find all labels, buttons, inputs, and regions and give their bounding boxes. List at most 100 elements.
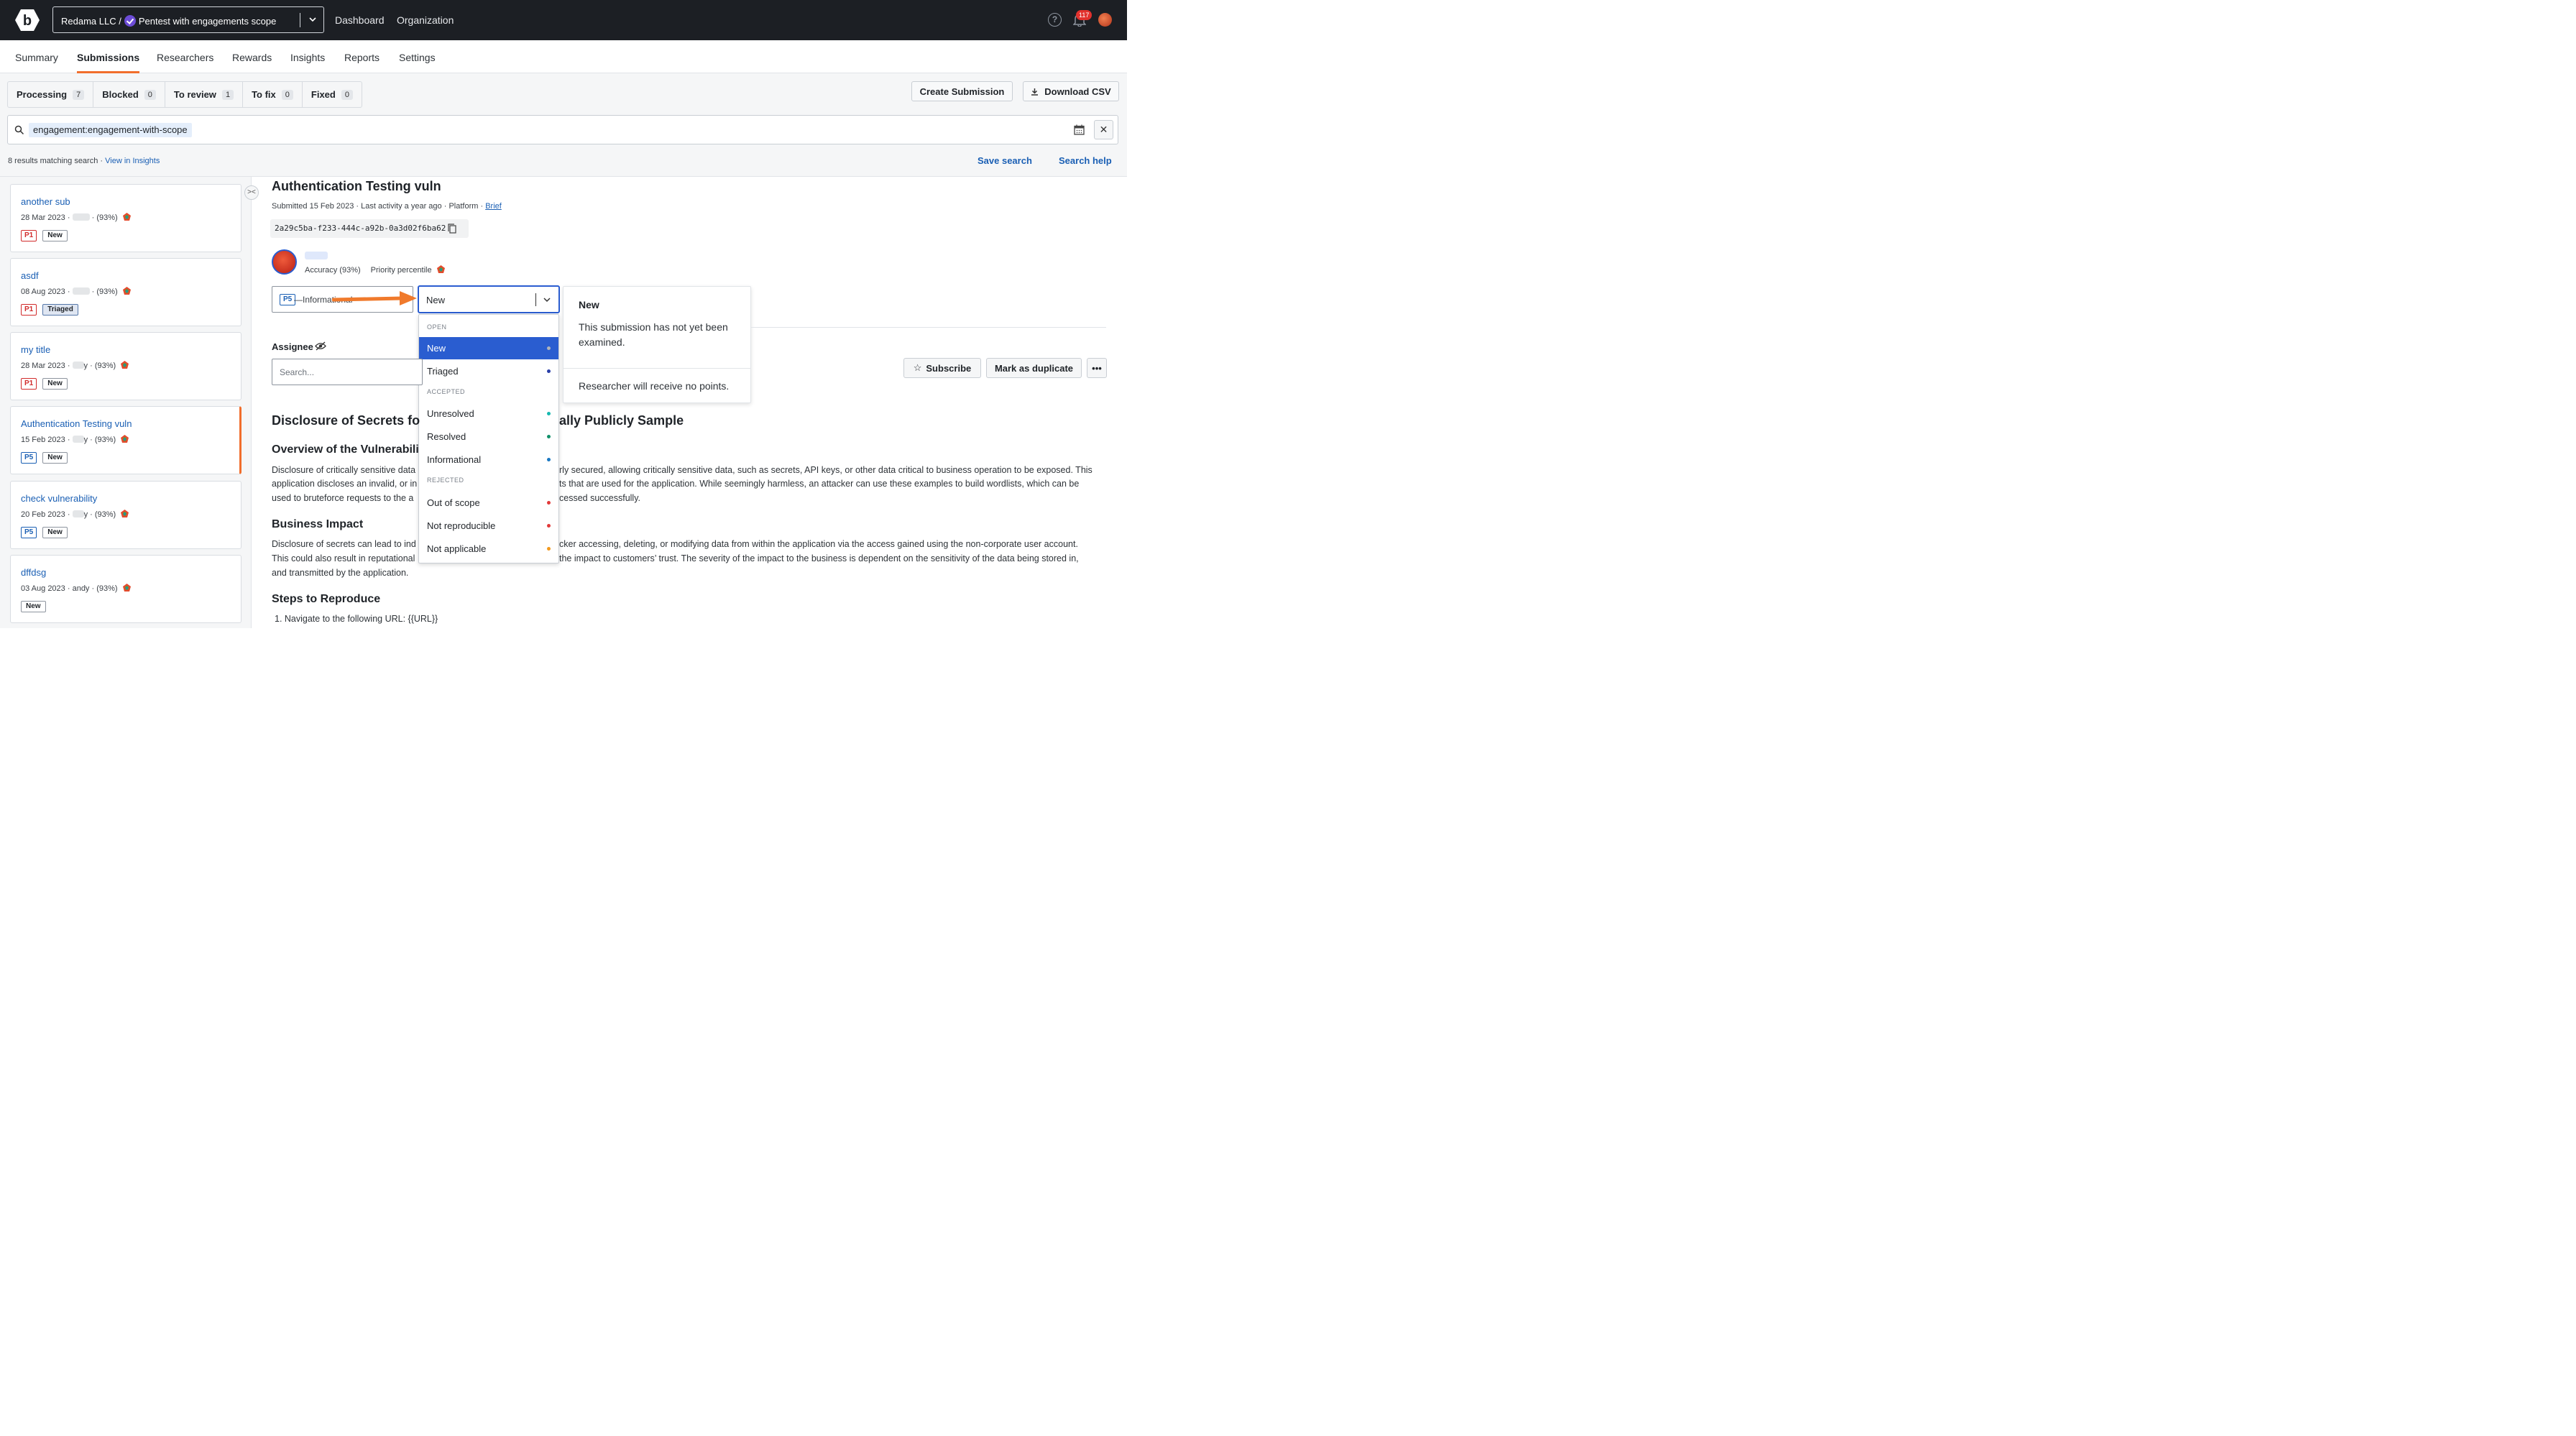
brief-link[interactable]: Brief	[485, 202, 502, 211]
accuracy: (93%)	[94, 362, 116, 370]
nav-organization[interactable]: Organization	[397, 14, 454, 26]
status-badge: New	[21, 601, 46, 612]
submission-meta: 28 Mar 2023 · y · (93%)	[21, 360, 129, 370]
program-check-icon	[124, 15, 136, 27]
search-help-link[interactable]: Search help	[1059, 155, 1112, 166]
filter-to-fix[interactable]: To fix 0	[243, 82, 303, 107]
submission-title[interactable]: asdf	[21, 270, 39, 281]
program-selector[interactable]: Redama LLC / Pentest with engagements sco…	[52, 6, 324, 33]
option-label: Triaged	[427, 366, 459, 377]
status-badge: New	[42, 378, 68, 390]
tab-settings[interactable]: Settings	[399, 52, 436, 63]
submission-badges: New	[21, 601, 46, 612]
calendar-icon[interactable]	[1074, 124, 1085, 135]
researcher-avatar[interactable]	[272, 249, 297, 275]
tab-researchers[interactable]: Researchers	[157, 52, 213, 63]
submission-title[interactable]: Authentication Testing vuln	[21, 418, 132, 429]
eye-off-icon[interactable]	[315, 341, 326, 351]
researcher-name-redacted	[72, 362, 84, 369]
status-dot	[547, 547, 551, 551]
submission-title[interactable]: check vulnerability	[21, 493, 97, 504]
tab-summary[interactable]: Summary	[15, 52, 58, 63]
download-csv-label: Download CSV	[1044, 86, 1111, 97]
filter-to-review[interactable]: To review 1	[165, 82, 244, 107]
more-options-icon[interactable]: •••	[1087, 358, 1107, 378]
filter-blocked[interactable]: Blocked 0	[93, 82, 165, 107]
status-option-informational[interactable]: Informational	[419, 448, 558, 471]
overview-text: rly secured, allowing critically sensiti…	[559, 465, 1092, 475]
tab-insights[interactable]: Insights	[290, 52, 325, 63]
submission-card[interactable]: another sub 28 Mar 2023 · · (93%) P1 New	[10, 184, 242, 252]
search-query-chip[interactable]: engagement:engagement-with-scope	[29, 123, 192, 137]
clear-search-button[interactable]: ✕	[1094, 120, 1113, 139]
status-select-value: New	[426, 295, 446, 305]
researcher-accuracy: Accuracy (93%)	[305, 266, 361, 275]
mark-as-duplicate-button[interactable]: Mark as duplicate	[986, 358, 1082, 378]
submission-card-selected[interactable]: Authentication Testing vuln 15 Feb 2023 …	[10, 406, 242, 474]
chevron-down-icon[interactable]	[543, 295, 551, 304]
filter-processing[interactable]: Processing 7	[8, 82, 94, 107]
priority-badge: P1	[21, 378, 37, 390]
status-select[interactable]: New	[418, 285, 560, 313]
user-avatar[interactable]	[1098, 13, 1112, 27]
bugcrowd-logo-icon[interactable]: b	[15, 9, 40, 32]
tab-rewards[interactable]: Rewards	[232, 52, 272, 63]
filter-fixed[interactable]: Fixed 0	[303, 82, 362, 107]
save-search-link[interactable]: Save search	[978, 155, 1032, 166]
status-option-not-applicable[interactable]: Not applicable	[419, 538, 558, 560]
status-option-resolved[interactable]: Resolved	[419, 425, 558, 448]
download-csv-button[interactable]: Download CSV	[1023, 81, 1119, 101]
status-dot	[547, 501, 551, 505]
submission-badges: P1 New	[21, 378, 68, 390]
help-icon[interactable]: ?	[1048, 13, 1062, 27]
researcher-name: y	[83, 510, 88, 519]
chevron-down-icon[interactable]	[308, 14, 318, 24]
submission-title[interactable]: my title	[21, 344, 50, 355]
submission-meta: 20 Feb 2023 · y · (93%)	[21, 509, 129, 519]
create-submission-button[interactable]: Create Submission	[911, 81, 1013, 101]
org-label: Redama LLC /	[61, 16, 121, 27]
subscribe-button[interactable]: ☆ Subscribe	[903, 358, 981, 378]
tab-reports[interactable]: Reports	[344, 52, 380, 63]
researcher-name-redacted[interactable]	[305, 252, 328, 259]
submission-meta: 28 Mar 2023 · · (93%)	[21, 212, 132, 222]
accuracy: (93%)	[96, 213, 118, 222]
view-in-insights-link[interactable]: View in Insights	[105, 157, 160, 165]
last-activity: Last activity a year ago	[361, 202, 442, 211]
tab-submissions[interactable]: Submissions	[77, 52, 139, 63]
submission-card[interactable]: check vulnerability 20 Feb 2023 · y · (9…	[10, 481, 242, 549]
popover-footer: Researcher will receive no points.	[579, 380, 730, 392]
collapse-panel-button[interactable]: ><	[244, 185, 259, 200]
assignee-label: Assignee	[272, 341, 313, 352]
status-option-out-of-scope[interactable]: Out of scope	[419, 492, 558, 514]
researcher-meta: Accuracy (93%) Priority percentile	[305, 264, 446, 275]
status-option-triaged[interactable]: Triaged	[419, 360, 558, 382]
submission-title[interactable]: another sub	[21, 196, 70, 207]
status-option-new[interactable]: New	[419, 337, 558, 359]
section-divider	[751, 327, 1106, 328]
assignee-search-input[interactable]: Search...	[272, 359, 423, 385]
submission-title[interactable]: dffdsg	[21, 567, 46, 578]
submission-date: 28 Mar 2023	[21, 213, 65, 222]
status-option-unresolved[interactable]: Unresolved	[419, 402, 558, 425]
status-badge: New	[42, 230, 68, 241]
submission-date: 08 Aug 2023	[21, 287, 65, 296]
nav-dashboard[interactable]: Dashboard	[335, 14, 385, 26]
filter-label: To review	[173, 89, 216, 100]
copy-icon[interactable]	[448, 224, 456, 234]
researcher-name-redacted	[72, 436, 84, 443]
researcher-name: andy	[72, 584, 90, 593]
status-option-not-reproducible[interactable]: Not reproducible	[419, 515, 558, 537]
submission-card[interactable]: asdf 08 Aug 2023 · · (93%) P1 Triaged	[10, 258, 242, 326]
top-bar: b Redama LLC / Pentest with engagements s…	[0, 0, 1127, 40]
search-input[interactable]: engagement:engagement-with-scope ✕	[7, 115, 1118, 144]
submission-date: 28 Mar 2023	[21, 362, 65, 370]
submission-card[interactable]: dffdsg 03 Aug 2023 · andy · (93%) New	[10, 555, 242, 623]
program-selector-text: Redama LLC / Pentest with engagements sco…	[61, 15, 276, 27]
overview-text: used to bruteforce requests to the a	[272, 493, 414, 503]
submission-card[interactable]: my title 28 Mar 2023 · y · (93%) P1 New	[10, 332, 242, 400]
star-icon: ☆	[913, 362, 922, 373]
priority-badge: P1	[21, 230, 37, 241]
filter-label: Fixed	[310, 89, 336, 100]
researcher-name-redacted	[72, 510, 84, 517]
